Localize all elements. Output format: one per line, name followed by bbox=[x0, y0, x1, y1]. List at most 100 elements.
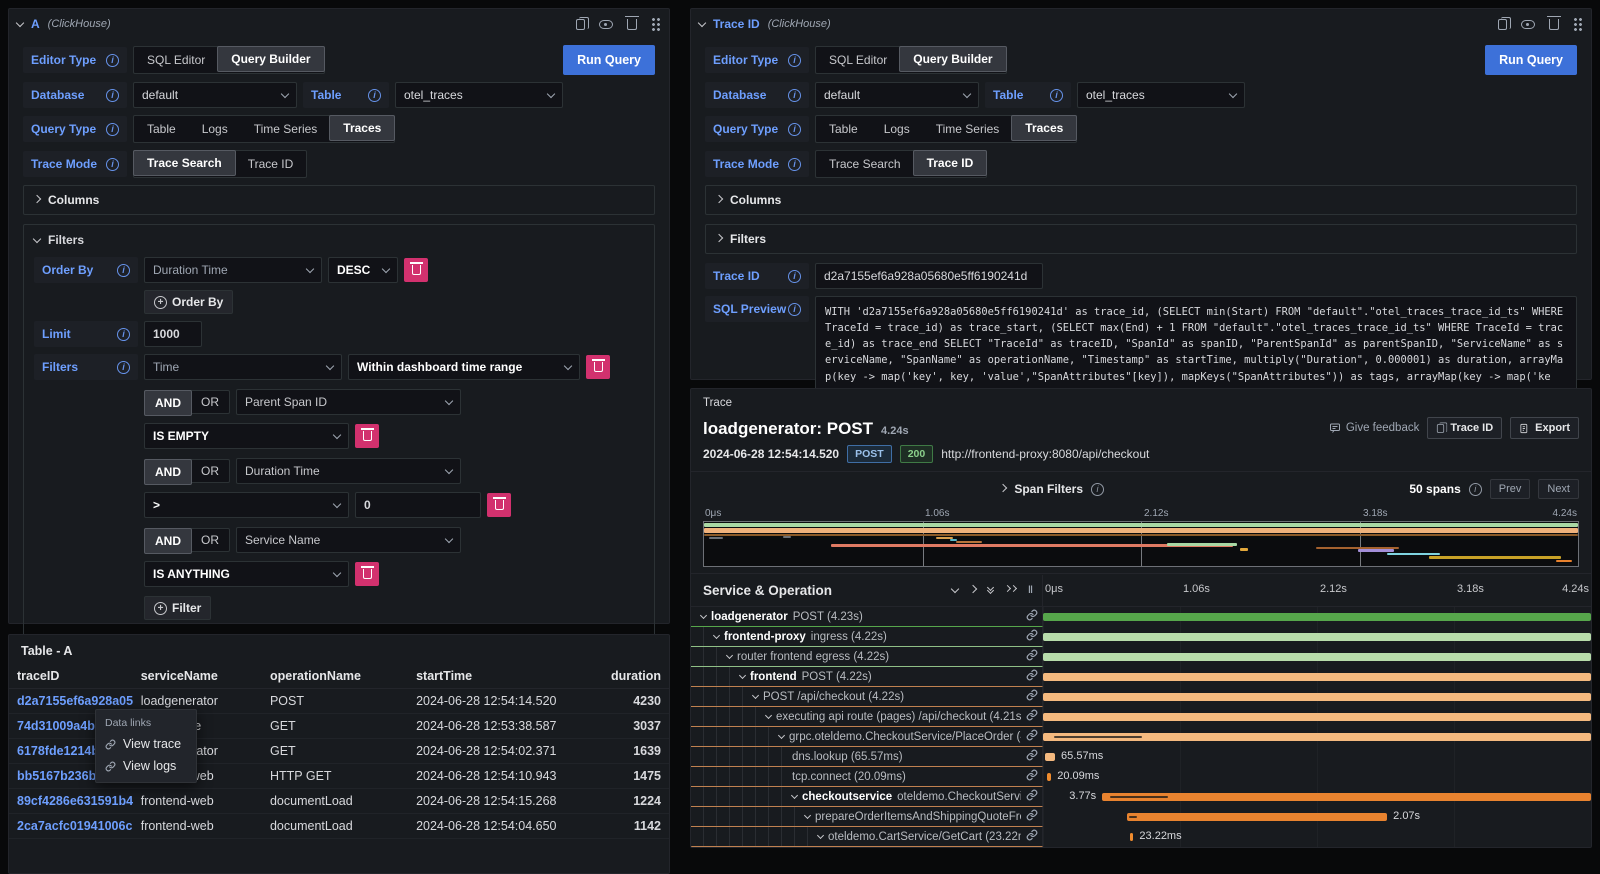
trace-id-link[interactable]: 89cf4286e631591b4... bbox=[9, 789, 133, 814]
trace-mode-trace-search[interactable]: Trace Search bbox=[816, 151, 914, 177]
query-type-traces[interactable]: Traces bbox=[1011, 115, 1077, 141]
duplicate-query-icon[interactable] bbox=[576, 19, 585, 30]
next-button[interactable]: Next bbox=[1538, 479, 1579, 499]
span-timeline[interactable] bbox=[1043, 707, 1591, 727]
link-icon[interactable] bbox=[1026, 749, 1038, 761]
expand-span-filters-icon[interactable] bbox=[999, 483, 1007, 491]
query-type-time-series[interactable]: Time Series bbox=[241, 116, 331, 142]
condition-field-select[interactable]: Parent Span ID bbox=[236, 389, 461, 415]
span-timeline[interactable]: 23.22ms bbox=[1043, 827, 1591, 847]
link-icon[interactable] bbox=[1026, 769, 1038, 781]
info-icon[interactable] bbox=[788, 54, 801, 67]
database-select[interactable]: default bbox=[133, 82, 297, 108]
span-bar[interactable] bbox=[1043, 653, 1591, 661]
panel-title[interactable]: Trace ID bbox=[713, 17, 760, 31]
link-icon[interactable] bbox=[1026, 629, 1038, 641]
duplicate-query-icon[interactable] bbox=[1498, 19, 1507, 30]
span-row[interactable]: executing api route (pages) /api/checkou… bbox=[691, 707, 1591, 727]
columns-section[interactable]: Columns bbox=[23, 185, 655, 215]
link-icon[interactable] bbox=[1026, 649, 1038, 661]
view-logs-menu-item[interactable]: View logs bbox=[96, 755, 196, 777]
expand-one-icon[interactable] bbox=[969, 584, 977, 592]
span-bar[interactable] bbox=[1043, 613, 1591, 621]
trace-id-link[interactable]: 2ca7acfc01941006c... bbox=[9, 814, 133, 839]
condition-operator-select[interactable]: > bbox=[144, 492, 349, 518]
and-option[interactable]: AND bbox=[144, 528, 192, 554]
span-link[interactable] bbox=[1026, 709, 1042, 724]
info-icon[interactable] bbox=[117, 264, 130, 277]
span-row[interactable]: frontendPOST (4.22s) bbox=[691, 667, 1591, 687]
info-icon[interactable] bbox=[106, 123, 119, 136]
query-type-table[interactable]: Table bbox=[816, 116, 871, 142]
span-timeline[interactable]: 65.57ms bbox=[1043, 747, 1591, 767]
remove-order-by-button[interactable] bbox=[404, 258, 428, 282]
span-bar[interactable] bbox=[1130, 833, 1134, 841]
info-icon[interactable] bbox=[368, 89, 381, 102]
span-row[interactable]: grpc.oteldemo.CheckoutService/PlaceOrder… bbox=[691, 727, 1591, 747]
span-bar[interactable] bbox=[1127, 813, 1387, 821]
editor-type-query-builder[interactable]: Query Builder bbox=[899, 46, 1006, 72]
condition-field-select[interactable]: Duration Time bbox=[236, 458, 461, 484]
expand-all-icon[interactable] bbox=[1005, 589, 1016, 591]
info-icon[interactable] bbox=[788, 303, 801, 316]
collapse-all-icon[interactable] bbox=[988, 588, 993, 593]
collapse-span-icon[interactable] bbox=[778, 731, 785, 738]
span-timeline[interactable]: 20.09ms bbox=[1043, 767, 1591, 787]
info-icon[interactable] bbox=[117, 361, 130, 374]
info-icon[interactable] bbox=[106, 54, 119, 67]
span-link[interactable] bbox=[1026, 789, 1042, 804]
span-timeline[interactable]: 3.77s bbox=[1043, 787, 1591, 807]
query-type-logs[interactable]: Logs bbox=[871, 116, 923, 142]
span-row[interactable]: oteldemo.CartService/GetCart (23.22ms)23… bbox=[691, 827, 1591, 847]
collapse-span-icon[interactable] bbox=[739, 671, 746, 678]
span-bar[interactable] bbox=[1045, 753, 1055, 761]
minimap-canvas[interactable] bbox=[703, 521, 1579, 567]
filters-section-header[interactable]: Filters bbox=[34, 233, 644, 247]
span-timeline[interactable]: 2.07s bbox=[1043, 807, 1591, 827]
remove-condition-button[interactable] bbox=[487, 493, 511, 517]
hide-query-icon[interactable] bbox=[1521, 20, 1535, 29]
remove-condition-button[interactable] bbox=[355, 424, 379, 448]
view-trace-menu-item[interactable]: View trace bbox=[96, 733, 196, 755]
span-link[interactable] bbox=[1026, 689, 1042, 704]
panel-title[interactable]: A bbox=[31, 17, 40, 31]
span-link[interactable] bbox=[1026, 649, 1042, 664]
editor-type-sql-editor[interactable]: SQL Editor bbox=[816, 47, 900, 73]
span-row[interactable]: tcp.connect (20.09ms)20.09ms bbox=[691, 767, 1591, 787]
info-icon[interactable] bbox=[788, 158, 801, 171]
collapse-span-icon[interactable] bbox=[752, 691, 759, 698]
collapse-span-icon[interactable] bbox=[791, 791, 798, 798]
link-icon[interactable] bbox=[1026, 669, 1038, 681]
span-link[interactable] bbox=[1026, 829, 1042, 844]
collapse-span-icon[interactable] bbox=[817, 831, 824, 838]
delete-query-icon[interactable] bbox=[1549, 19, 1559, 30]
collapse-span-icon[interactable] bbox=[700, 611, 707, 618]
span-link[interactable] bbox=[1026, 669, 1042, 684]
column-resize-handle[interactable]: ‖ bbox=[1028, 585, 1034, 596]
column-header-duration[interactable]: duration bbox=[603, 664, 669, 689]
and-option[interactable]: AND bbox=[144, 390, 192, 416]
run-query-button[interactable]: Run Query bbox=[563, 45, 655, 75]
span-timeline[interactable] bbox=[1043, 687, 1591, 707]
span-row[interactable]: frontend-proxyingress (4.22s) bbox=[691, 627, 1591, 647]
span-link[interactable] bbox=[1026, 729, 1042, 744]
or-option[interactable]: OR bbox=[191, 460, 229, 482]
condition-operator-select[interactable]: IS ANYTHING bbox=[144, 561, 349, 587]
span-timeline[interactable] bbox=[1043, 607, 1591, 627]
link-icon[interactable] bbox=[1026, 689, 1038, 701]
editor-type-sql-editor[interactable]: SQL Editor bbox=[134, 47, 218, 73]
span-row[interactable]: dns.lookup (65.57ms)65.57ms bbox=[691, 747, 1591, 767]
span-bar[interactable] bbox=[1043, 673, 1591, 681]
query-type-time-series[interactable]: Time Series bbox=[923, 116, 1013, 142]
drag-handle-icon[interactable] bbox=[651, 17, 661, 31]
column-header-traceID[interactable]: traceID bbox=[9, 664, 133, 689]
editor-type-query-builder[interactable]: Query Builder bbox=[217, 46, 324, 72]
hide-query-icon[interactable] bbox=[599, 20, 613, 29]
trace-mode-trace-id[interactable]: Trace ID bbox=[235, 151, 307, 177]
collapse-span-icon[interactable] bbox=[713, 631, 720, 638]
and-option[interactable]: AND bbox=[144, 459, 192, 485]
link-icon[interactable] bbox=[1026, 709, 1038, 721]
info-icon[interactable] bbox=[1050, 89, 1063, 102]
remove-filter-button[interactable] bbox=[586, 355, 610, 379]
span-bar[interactable] bbox=[1043, 713, 1591, 721]
